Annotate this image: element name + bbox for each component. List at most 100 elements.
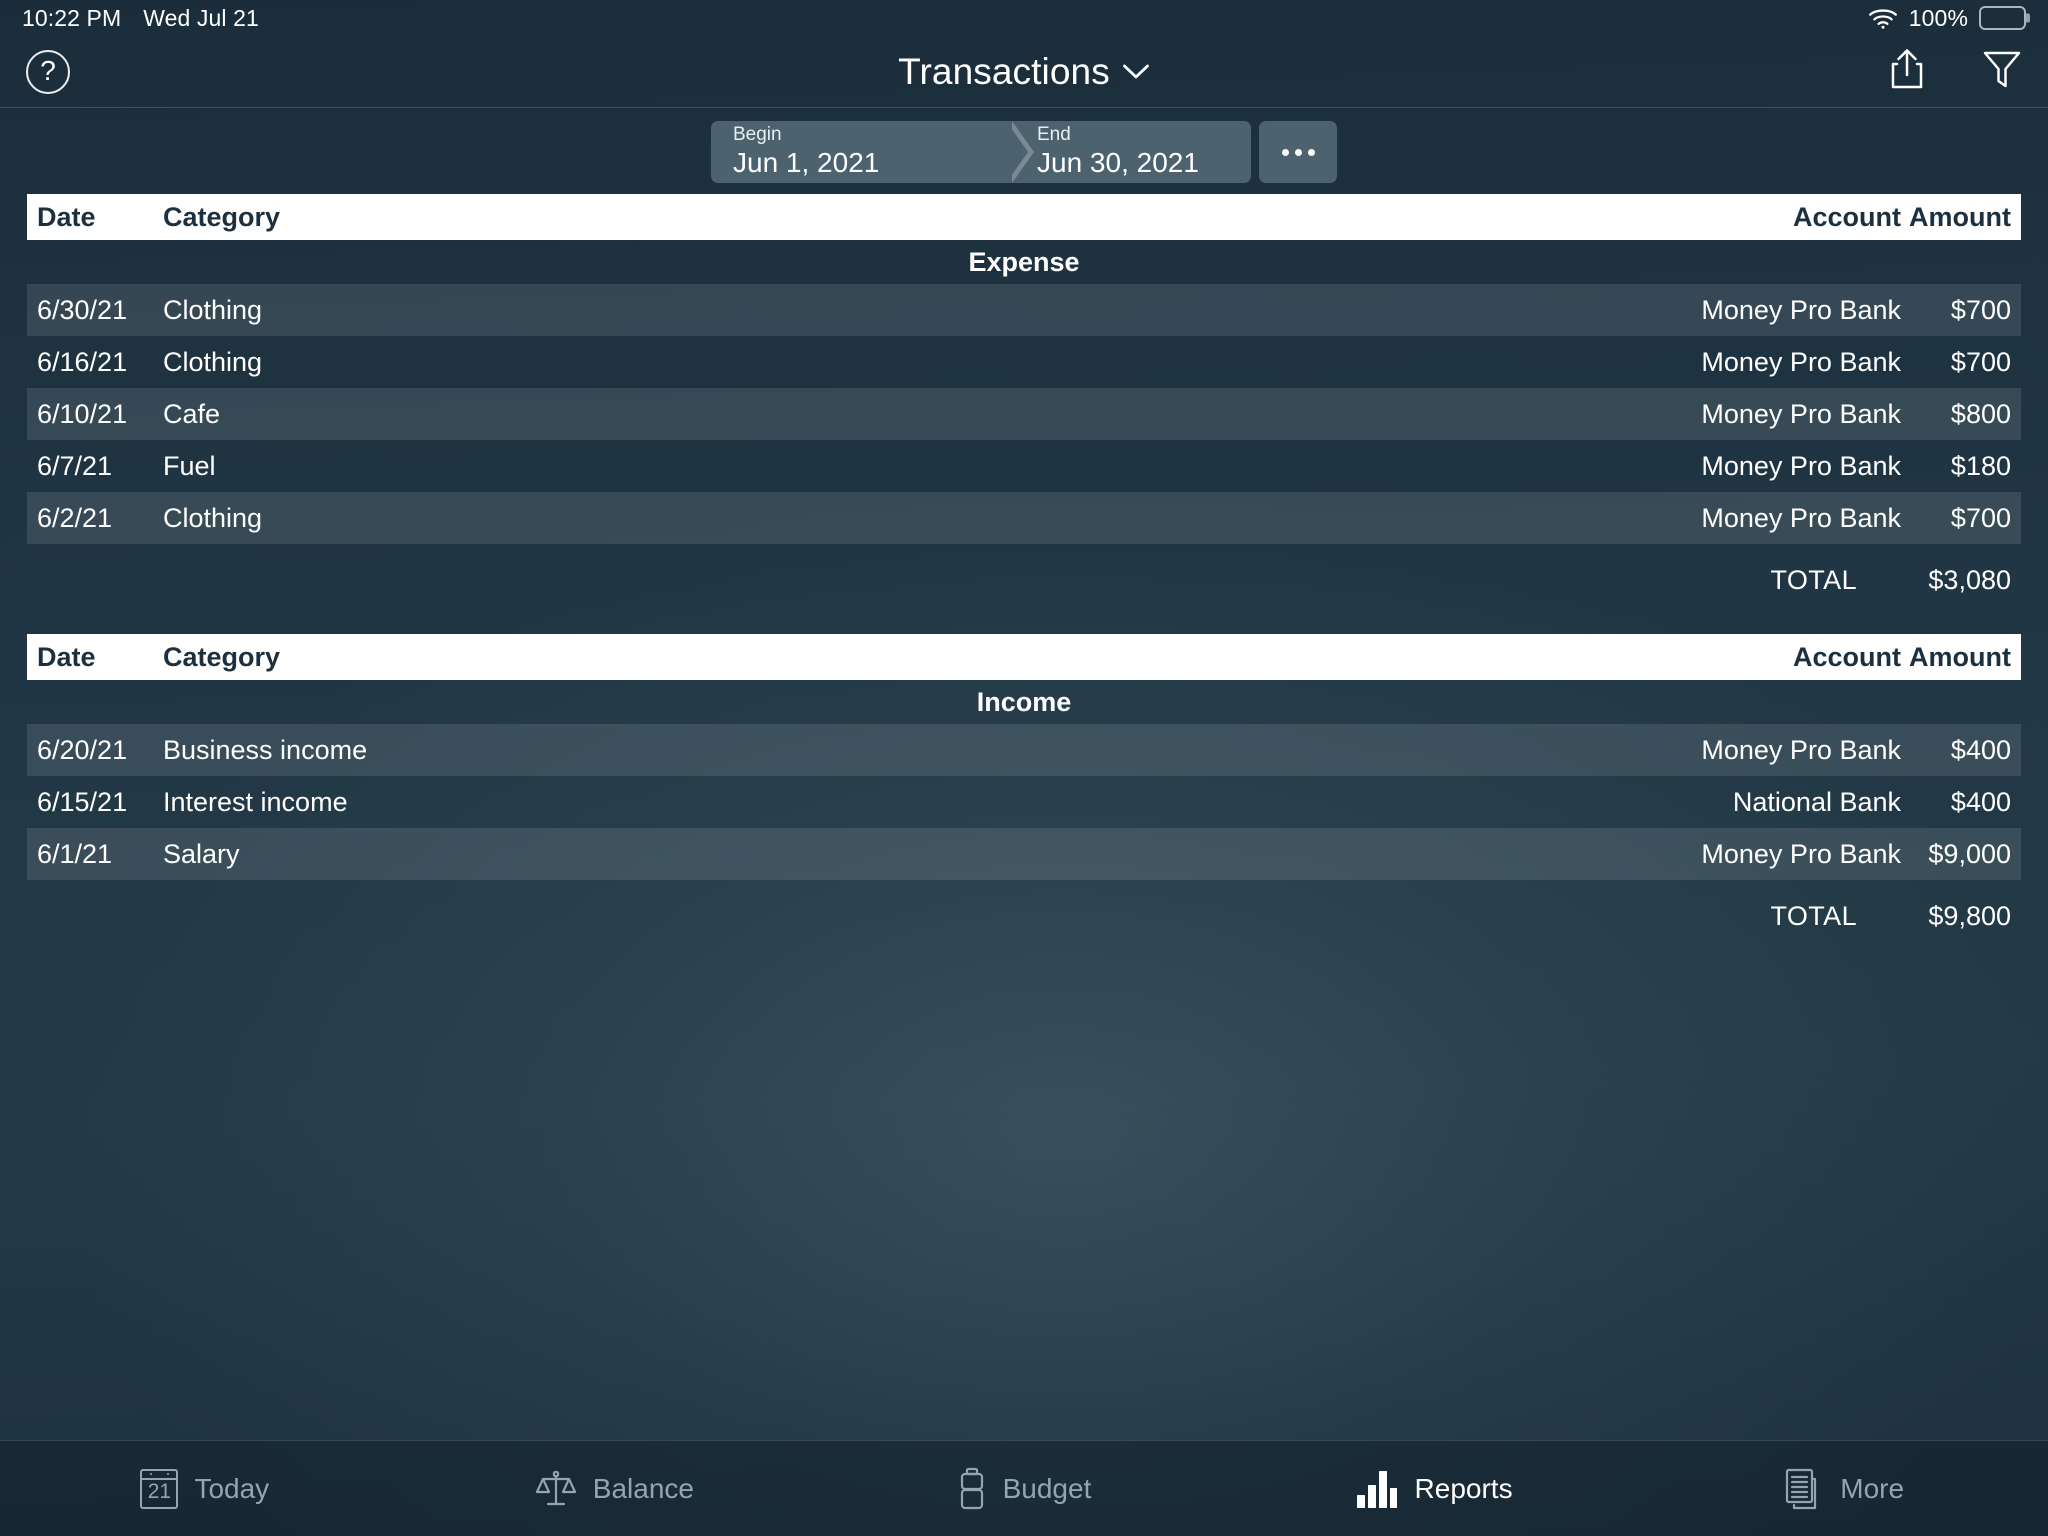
- tab-budget-label: Budget: [1002, 1472, 1092, 1504]
- header-date: Date: [37, 201, 96, 232]
- status-time: 10:22 PM: [22, 4, 122, 31]
- status-date: Wed Jul 21: [143, 4, 259, 31]
- row-account: Money Pro Bank: [1701, 346, 1901, 377]
- tab-more-label: More: [1840, 1472, 1905, 1504]
- tab-more[interactable]: More: [1638, 1441, 2048, 1536]
- row-account: Money Pro Bank: [1701, 734, 1901, 765]
- range-end-value: Jun 30, 2021: [1037, 147, 1199, 179]
- row-category: Fuel: [163, 450, 216, 481]
- table-row[interactable]: 6/7/21 Fuel Money Pro Bank $180: [27, 440, 2021, 492]
- expense-table: Date Category Account Amount Expense 6/3…: [0, 194, 2048, 616]
- income-rows: 6/20/21 Business income Money Pro Bank $…: [0, 724, 2048, 880]
- battery-percent: 100%: [1908, 4, 1968, 31]
- income-total-value: $9,800: [1928, 900, 2011, 931]
- filter-icon[interactable]: [1982, 48, 2022, 95]
- tab-bar: 21 Today Balance Budget Reports More: [0, 1440, 2048, 1536]
- row-category: Clothing: [163, 502, 263, 533]
- date-range-control: Begin Jun 1, 2021 End Jun 30, 2021: [711, 121, 1337, 183]
- header-category: Category: [163, 641, 281, 672]
- row-amount: $9,000: [1928, 838, 2011, 869]
- row-category: Interest income: [163, 786, 348, 817]
- row-account: Money Pro Bank: [1701, 838, 1901, 869]
- row-date: 6/30/21: [37, 294, 128, 325]
- battery-icon: [957, 1467, 987, 1511]
- row-category: Business income: [163, 734, 368, 765]
- calendar-day: 21: [147, 1479, 172, 1503]
- tab-today[interactable]: 21 Today: [0, 1441, 410, 1536]
- tab-today-label: Today: [194, 1472, 270, 1504]
- row-category: Clothing: [163, 346, 263, 377]
- income-total-label: TOTAL: [1770, 900, 1857, 931]
- range-end-label: End: [1037, 124, 1071, 146]
- table-row[interactable]: 6/16/21 Clothing Money Pro Bank $700: [27, 336, 2021, 388]
- header-account: Account: [1793, 201, 1901, 232]
- tab-reports[interactable]: Reports: [1229, 1441, 1639, 1536]
- row-account: Money Pro Bank: [1701, 398, 1901, 429]
- header-category: Category: [163, 201, 281, 232]
- range-more-button[interactable]: [1259, 121, 1337, 183]
- tab-budget[interactable]: Budget: [819, 1441, 1229, 1536]
- header-date: Date: [37, 641, 96, 672]
- row-amount: $700: [1950, 502, 2011, 533]
- row-date: 6/20/21: [37, 734, 128, 765]
- nav-actions: [1888, 47, 2022, 96]
- header-amount: Amount: [1909, 641, 2011, 672]
- row-date: 6/2/21: [37, 502, 113, 533]
- expense-section-title: Expense: [968, 246, 1080, 277]
- tab-balance-label: Balance: [592, 1472, 694, 1504]
- tab-balance[interactable]: Balance: [410, 1441, 820, 1536]
- range-end-button[interactable]: End Jun 30, 2021: [1007, 121, 1251, 183]
- expense-total-value: $3,080: [1928, 564, 2011, 595]
- table-row[interactable]: 6/30/21 Clothing Money Pro Bank $700: [27, 284, 2021, 336]
- navigation-bar: ? Transactions: [0, 36, 2048, 108]
- row-category: Salary: [163, 838, 240, 869]
- calendar-icon: 21: [140, 1468, 179, 1509]
- tab-reports-label: Reports: [1414, 1472, 1513, 1504]
- battery-icon: [1979, 6, 2026, 30]
- row-category: Clothing: [163, 294, 263, 325]
- report-type-selector[interactable]: Transactions: [898, 51, 1150, 93]
- row-amount: $400: [1950, 786, 2011, 817]
- header-account: Account: [1793, 641, 1901, 672]
- range-begin-value: Jun 1, 2021: [733, 147, 880, 179]
- expense-rows: 6/30/21 Clothing Money Pro Bank $700 6/1…: [0, 284, 2048, 544]
- app-root: 10:22 PM Wed Jul 21 100% ? Transactions …: [0, 0, 2048, 1536]
- row-category: Cafe: [163, 398, 221, 429]
- date-range-bar: Begin Jun 1, 2021 End Jun 30, 2021: [0, 108, 2048, 194]
- table-row[interactable]: 6/15/21 Interest income National Bank $4…: [27, 776, 2021, 828]
- help-icon: ?: [40, 54, 56, 86]
- share-icon[interactable]: [1888, 47, 1926, 96]
- expense-total-row: TOTAL $3,080: [27, 544, 2021, 616]
- scales-icon: [535, 1468, 577, 1510]
- page-title: Transactions: [898, 50, 1110, 92]
- report-content: Date Category Account Amount Expense 6/3…: [0, 194, 2048, 1440]
- income-total-row: TOTAL $9,800: [27, 880, 2021, 952]
- header-amount: Amount: [1909, 201, 2011, 232]
- table-row[interactable]: 6/10/21 Cafe Money Pro Bank $800: [27, 388, 2021, 440]
- row-date: 6/1/21: [37, 838, 113, 869]
- status-bar: 10:22 PM Wed Jul 21 100%: [0, 0, 2048, 36]
- wifi-icon: [1868, 7, 1898, 29]
- chevron-down-icon: [1122, 63, 1150, 80]
- row-account: Money Pro Bank: [1701, 450, 1901, 481]
- table-row[interactable]: 6/1/21 Salary Money Pro Bank $9,000: [27, 828, 2021, 880]
- row-date: 6/7/21: [37, 450, 113, 481]
- range-begin-button[interactable]: Begin Jun 1, 2021: [711, 121, 1034, 183]
- ellipsis-icon: [1281, 148, 1315, 156]
- status-bar-left: 10:22 PM Wed Jul 21: [22, 5, 259, 32]
- documents-icon: [1782, 1467, 1824, 1511]
- row-date: 6/16/21: [37, 346, 128, 377]
- row-account: National Bank: [1732, 786, 1901, 817]
- table-row[interactable]: 6/20/21 Business income Money Pro Bank $…: [27, 724, 2021, 776]
- table-row[interactable]: 6/2/21 Clothing Money Pro Bank $700: [27, 492, 2021, 544]
- row-account: Money Pro Bank: [1701, 294, 1901, 325]
- row-amount: $700: [1950, 346, 2011, 377]
- expense-table-header: Date Category Account Amount: [27, 194, 2021, 240]
- status-bar-right: 100%: [1868, 5, 2026, 32]
- row-amount: $400: [1950, 734, 2011, 765]
- row-date: 6/15/21: [37, 786, 128, 817]
- income-table: Date Category Account Amount Income 6/20…: [0, 634, 2048, 952]
- row-amount: $180: [1950, 450, 2011, 481]
- help-button[interactable]: ?: [26, 49, 70, 94]
- row-account: Money Pro Bank: [1701, 502, 1901, 533]
